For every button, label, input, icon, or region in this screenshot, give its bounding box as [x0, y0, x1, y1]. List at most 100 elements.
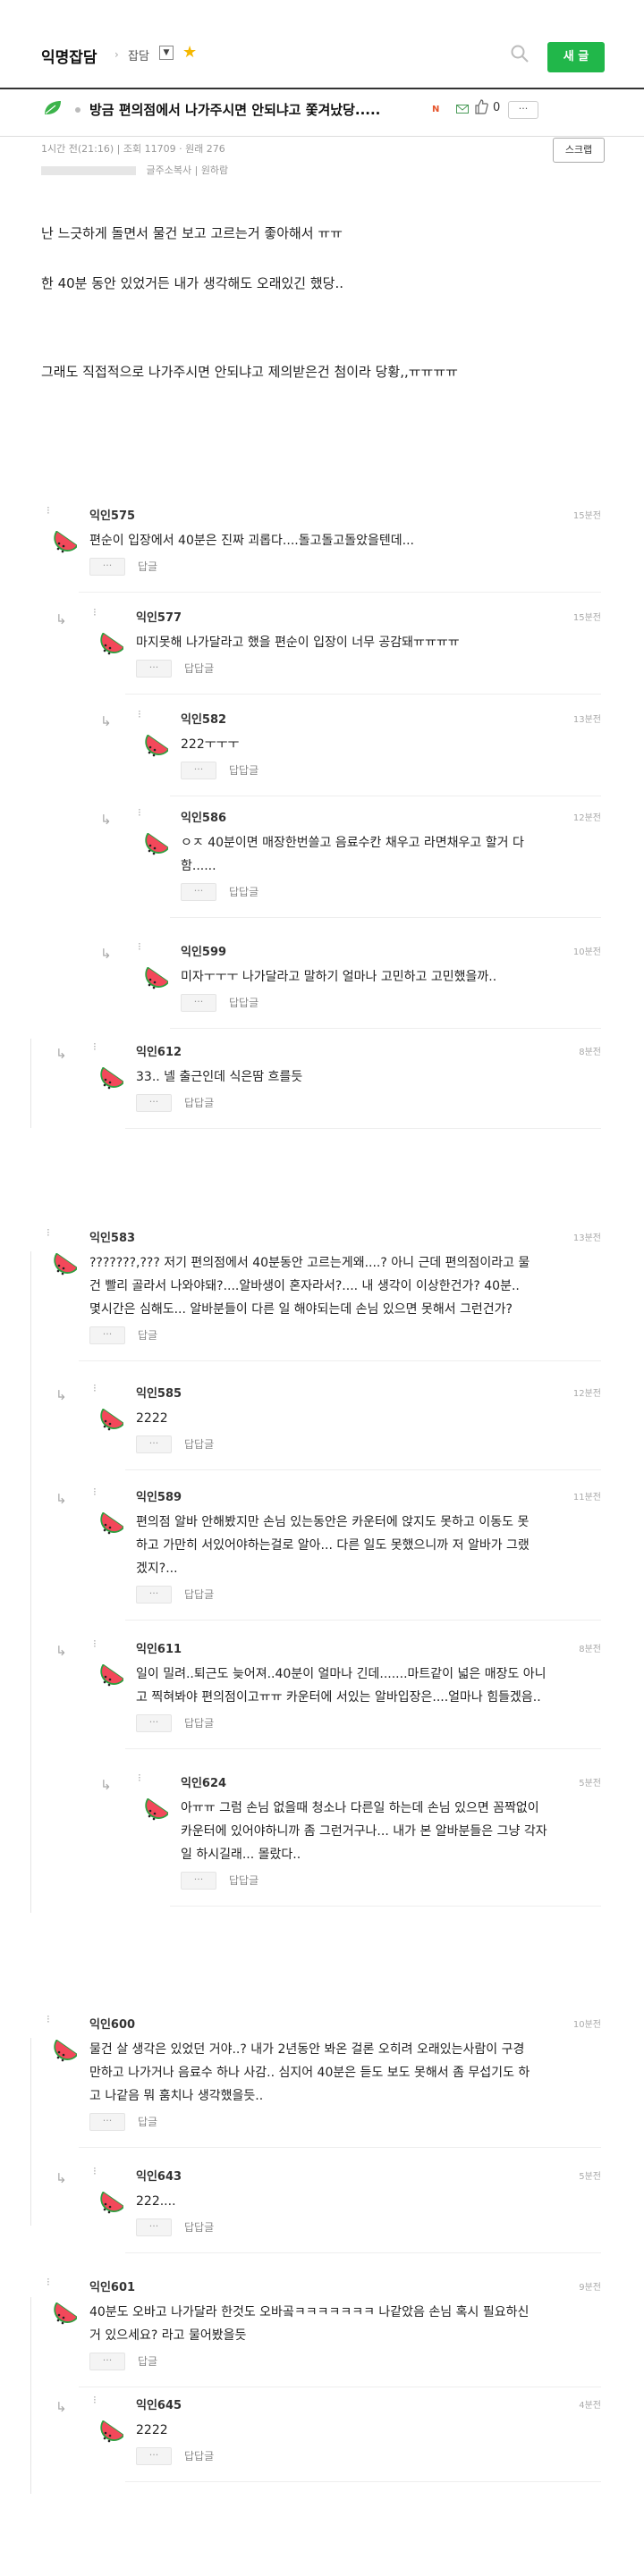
comment-more-button[interactable]: ···	[136, 2218, 172, 2236]
comment-author[interactable]: 익인624	[181, 1773, 226, 1790]
drag-handle-icon[interactable]: ⁝	[47, 2013, 50, 2025]
category-dropdown-icon[interactable]: ▼	[159, 46, 174, 60]
comment-text-line: 일이 밀려..퇴근도 늦어져..40분이 얼마나 긴데.......마트같이 넓…	[136, 1667, 547, 1681]
comment-author[interactable]: 익인575	[89, 506, 135, 523]
comment-more-button[interactable]: ···	[181, 1872, 216, 1890]
like-count: 0	[493, 101, 501, 114]
comment-more-button[interactable]: ···	[181, 994, 216, 1012]
comment-more-button[interactable]: ···	[136, 1586, 172, 1604]
post-more-button[interactable]: ···	[508, 101, 538, 119]
comment-more-button[interactable]: ···	[181, 762, 216, 779]
post-meta-line-2: 글주소복사 | 원하람	[41, 163, 228, 177]
comment-more-button[interactable]: ···	[89, 2353, 125, 2370]
comment-divider	[125, 1620, 601, 1621]
comment-more-button[interactable]: ···	[136, 2447, 172, 2465]
reply-arrow-icon: ↳	[100, 946, 112, 962]
comment-text-line: 마지못해 나가달라고 했을 편순이 입장이 너무 공감돼ㅠㅠㅠㅠ	[136, 636, 460, 650]
drag-handle-icon[interactable]: ⁝	[93, 1637, 97, 1650]
comment-more-button[interactable]: ···	[136, 1714, 172, 1732]
thumbs-up-icon[interactable]	[474, 98, 488, 114]
category-label[interactable]: 잡담	[128, 46, 149, 63]
comment-text-line: 몇시간은 심해도... 알바분들이 다른 일 해야되는데 손님 있으면 못해서 …	[89, 1302, 513, 1317]
comment-author[interactable]: 익인601	[89, 2277, 135, 2294]
drag-handle-icon[interactable]: ⁝	[47, 504, 50, 517]
comment-text-line: ㅇㅈ 40분이면 매장한번쓸고 음료수칸 채우고 라면채우고 할거 다	[181, 836, 524, 850]
post-title: 방금 편의점에서 나가주시면 안되냐고 쫓겨났당.....	[89, 102, 381, 118]
comment-item: ↳ ⁝ 익인624 5분전 아ㅠㅠ 그럼 손님 없을때 청소나 다른일 하는데 손님 있…	[0, 1770, 601, 1895]
comment-author[interactable]: 익인600	[89, 2015, 135, 2032]
reply-link[interactable]: 답답글	[184, 2219, 214, 2235]
reply-link[interactable]: 답답글	[229, 1873, 258, 1888]
drag-handle-icon[interactable]: ⁝	[47, 1226, 50, 1239]
report-link[interactable]: 원하람	[201, 164, 228, 176]
comment-time: 9분전	[579, 2283, 601, 2293]
comment-more-button[interactable]: ···	[136, 1094, 172, 1112]
comment-item: ↳ ⁝ 익인599 10분전 미자ㅜㅜㅜ 나가달라고 말하기 얼마나 고민하고 고민했을…	[0, 939, 601, 1017]
drag-handle-icon[interactable]: ⁝	[93, 1486, 97, 1498]
comment-text-line: 2222	[136, 1411, 168, 1426]
scrap-button[interactable]: 스크랩	[553, 138, 605, 163]
comment-divider	[125, 1128, 601, 1129]
drag-handle-icon[interactable]: ⁝	[93, 1040, 97, 1053]
comment-author[interactable]: 익인577	[136, 608, 182, 625]
reply-arrow-icon: ↳	[100, 713, 112, 729]
drag-handle-icon[interactable]: ⁝	[93, 2165, 97, 2177]
board-name[interactable]: 익명잡담	[41, 45, 97, 67]
reply-link[interactable]: 답답글	[184, 1095, 214, 1110]
thread-guide-line	[30, 1039, 31, 1128]
comment-item: ⁝ 익인583 13분전 ???????,??? 저기 편의점에서 40분동안 고르는…	[0, 1225, 601, 1350]
reply-link[interactable]: 답답글	[184, 1715, 214, 1730]
reply-link[interactable]: 답답글	[229, 762, 258, 778]
watermelon-avatar-icon	[100, 1409, 123, 1431]
mail-icon[interactable]	[456, 105, 469, 114]
comment-author[interactable]: 익인586	[181, 808, 226, 825]
reply-link[interactable]: 답답글	[229, 995, 258, 1010]
comment-more-button[interactable]: ···	[136, 1435, 172, 1453]
comment-text-line: 건 빨리 골라서 나와야돼?....알바생이 혼자라서?.... 내 생각이 이…	[89, 1279, 520, 1293]
drag-handle-icon[interactable]: ⁝	[138, 806, 141, 819]
comment-more-button[interactable]: ···	[136, 660, 172, 678]
reply-link[interactable]: 답글	[138, 559, 157, 574]
reply-link[interactable]: 답답글	[184, 1436, 214, 1452]
drag-handle-icon[interactable]: ⁝	[93, 1382, 97, 1394]
drag-handle-icon[interactable]: ⁝	[47, 2276, 50, 2288]
drag-handle-icon[interactable]: ⁝	[93, 2394, 97, 2406]
comment-author[interactable]: 익인645	[136, 2395, 182, 2412]
comment-author[interactable]: 익인589	[136, 1487, 182, 1504]
reply-link[interactable]: 답글	[138, 2353, 157, 2369]
post-body-line: 그래도 직접적으로 나가주시면 안되냐고 제의받은건 첨이라 당황,,ㅠㅠㅠㅠ	[41, 364, 458, 380]
search-icon[interactable]	[511, 45, 529, 63]
watermelon-avatar-icon	[100, 1067, 123, 1090]
comment-more-button[interactable]: ···	[89, 1326, 125, 1344]
comment-text-line: 만하고 나가거나 음료수 하나 사감.. 심지어 40분은 듣도 보도 못해서 …	[89, 2066, 530, 2080]
watermelon-avatar-icon	[145, 833, 168, 855]
comment-more-button[interactable]: ···	[89, 558, 125, 576]
star-icon[interactable]: ★	[182, 43, 197, 62]
comment-more-button[interactable]: ···	[89, 2113, 125, 2131]
reply-link[interactable]: 답답글	[184, 2448, 214, 2463]
comment-author[interactable]: 익인585	[136, 1384, 182, 1401]
comment-author[interactable]: 익인643	[136, 2167, 182, 2184]
comment-divider	[79, 592, 601, 593]
drag-handle-icon[interactable]: ⁝	[138, 708, 141, 720]
reply-link[interactable]: 답답글	[229, 884, 258, 899]
comment-item: ↳ ⁝ 익인643 5분전 222.... ··· 답답글	[0, 2163, 601, 2242]
comment-text: 미자ㅜㅜㅜ 나가달라고 말하기 얼마나 고민하고 고민했을까..	[181, 965, 496, 989]
comment-more-button[interactable]: ···	[181, 883, 216, 901]
reply-link[interactable]: 답글	[138, 1327, 157, 1343]
comment-author[interactable]: 익인611	[136, 1639, 182, 1656]
reply-link[interactable]: 답답글	[184, 661, 214, 676]
comment-author[interactable]: 익인612	[136, 1042, 182, 1059]
comment-item: ↳ ⁝ 익인582 13분전 222ㅜㅜㅜ ··· 답답글	[0, 706, 601, 785]
comment-author[interactable]: 익인582	[181, 710, 226, 727]
drag-handle-icon[interactable]: ⁝	[138, 1772, 141, 1784]
drag-handle-icon[interactable]: ⁝	[93, 606, 97, 619]
reply-link[interactable]: 답답글	[184, 1587, 214, 1602]
drag-handle-icon[interactable]: ⁝	[138, 940, 141, 953]
copy-url-link[interactable]: 글주소복사	[147, 164, 192, 176]
reply-link[interactable]: 답글	[138, 2114, 157, 2129]
comment-text-line: 편순이 입장에서 40분은 진짜 괴롭다....돌고돌고돌았을텐데...	[89, 534, 415, 548]
comment-author[interactable]: 익인583	[89, 1228, 135, 1245]
write-button[interactable]: 새 글	[547, 42, 605, 72]
comment-author[interactable]: 익인599	[181, 942, 226, 959]
